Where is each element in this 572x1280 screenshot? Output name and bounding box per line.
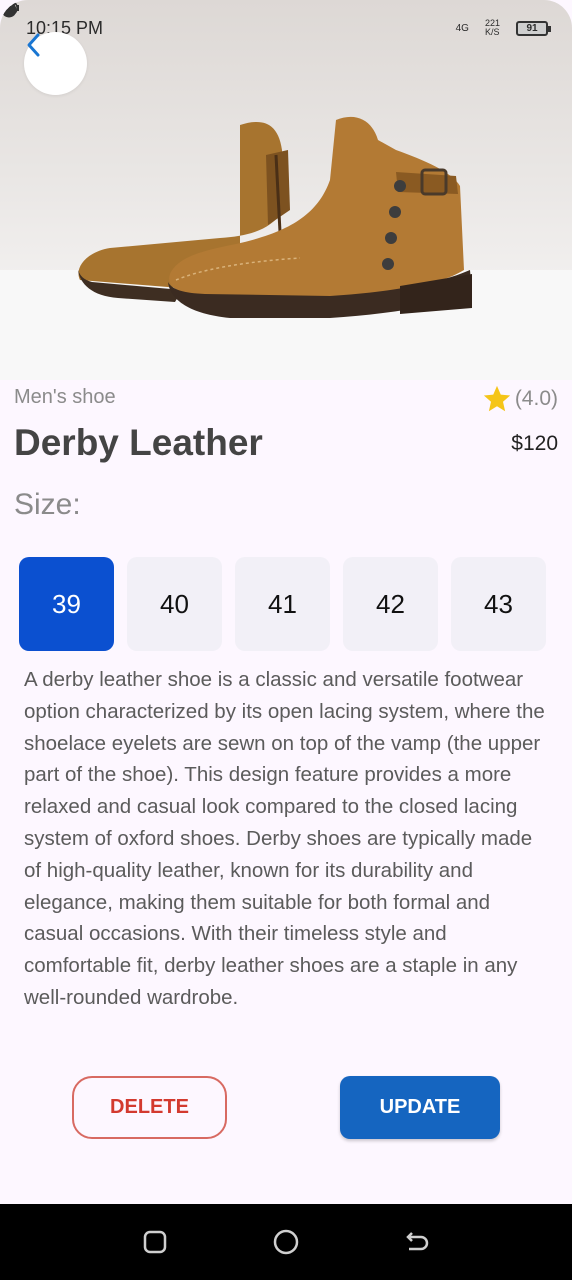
update-button[interactable]: UPDATE	[340, 1076, 500, 1139]
product-description: A derby leather shoe is a classic and ve…	[24, 668, 545, 1009]
recent-apps-button[interactable]	[135, 1222, 175, 1262]
data-speed: 221 K/S	[485, 19, 500, 37]
status-bar-right: 4G 221 K/S 91	[1, 0, 551, 37]
chevron-left-icon	[27, 33, 40, 57]
rating-value: (4.0)	[514, 387, 558, 410]
circle-icon	[273, 1229, 299, 1255]
delete-button[interactable]: DELETE	[72, 1076, 227, 1139]
size-selector: 39 40 41 42 43	[19, 557, 546, 651]
size-option-39[interactable]: 39	[19, 557, 114, 651]
network-type: 4G	[455, 22, 469, 34]
back-arrow-icon	[405, 1232, 428, 1251]
square-icon	[144, 1230, 167, 1254]
size-label: Size:	[14, 488, 81, 521]
product-price: $120	[511, 432, 558, 455]
battery-icon: 91	[516, 20, 551, 36]
product-image: 10:15 PM S P	[0, 0, 572, 380]
home-button[interactable]	[266, 1222, 306, 1262]
size-option-40[interactable]: 40	[127, 557, 222, 651]
data-speed-unit: K/S	[484, 27, 500, 37]
product-category: Men's shoe	[14, 386, 116, 408]
status-bar: 10:15 PM S P	[0, 0, 572, 56]
size-option-43[interactable]: 43	[451, 557, 546, 651]
product-rating: (4.0)	[481, 384, 558, 414]
battery-level: 91	[526, 22, 538, 34]
size-option-42[interactable]: 42	[343, 557, 438, 651]
star-icon	[483, 385, 510, 412]
product-detail-screen: 10:15 PM S P	[0, 0, 572, 1280]
system-navigation-bar	[0, 1204, 572, 1280]
product-name: Derby Leather	[14, 422, 263, 463]
back-button[interactable]	[24, 32, 87, 95]
size-option-41[interactable]: 41	[235, 557, 330, 651]
system-back-button[interactable]	[397, 1222, 437, 1262]
